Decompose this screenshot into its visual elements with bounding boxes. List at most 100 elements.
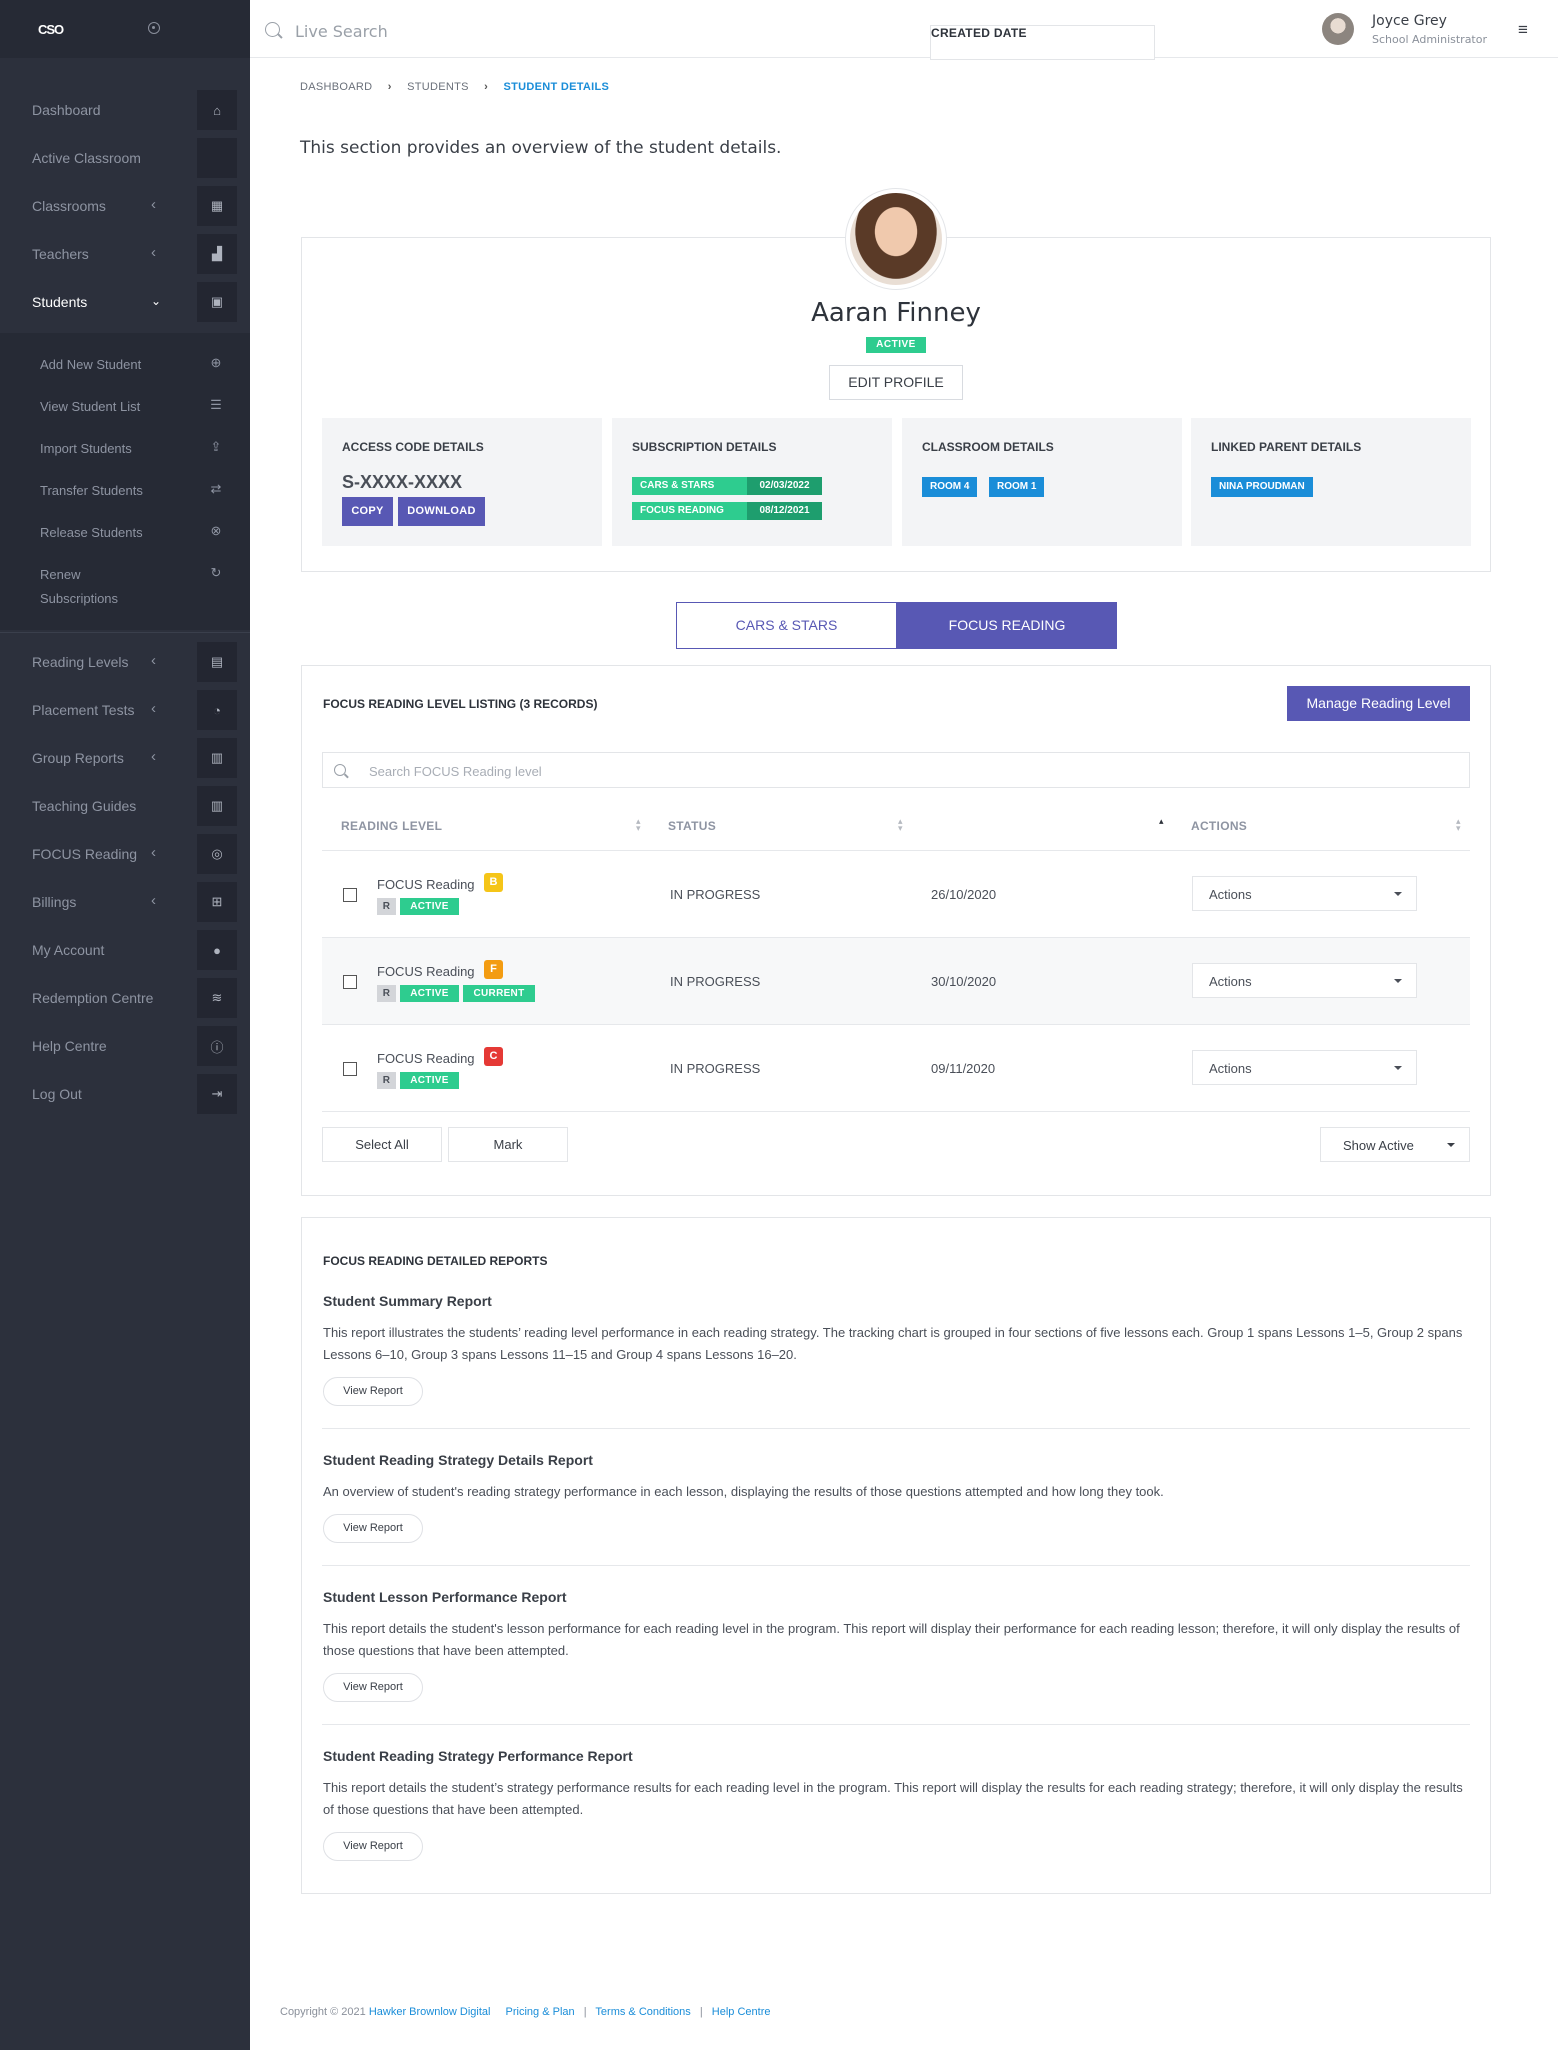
avatar[interactable] [1322, 13, 1354, 45]
sidebar-item-billings[interactable]: Billings ‹ ⊞ [0, 878, 250, 926]
chevron-right-icon: › [387, 81, 392, 93]
sidebar-item-active-classroom[interactable]: Active Classroom [0, 134, 250, 182]
classroom-badge[interactable]: ROOM 4 [922, 477, 978, 497]
tab-cars-stars[interactable]: CARS & STARS [676, 602, 897, 649]
sidebar-subitem-label: Transfer Students [40, 483, 143, 498]
caret-down-icon [1394, 979, 1402, 983]
sidebar-subitem-renew-subscriptions[interactable]: Renew Subscriptions ↻ [0, 554, 250, 614]
table-row: FOCUS Reading B R ACTIVE IN PROGRESS 26/… [322, 851, 1470, 938]
report-title: Student Reading Strategy Performance Rep… [323, 1748, 633, 1764]
footer-separator: | [583, 2006, 587, 2018]
sort-icon[interactable]: ▴ ▾ [1456, 817, 1461, 833]
search-icon [334, 764, 346, 776]
sidebar-subitem-label-line2: Subscriptions [40, 591, 119, 606]
sidebar-item-group-reports[interactable]: Group Reports ‹ ▥ [0, 734, 250, 782]
footer-pricing-link[interactable]: Pricing & Plan [506, 2006, 575, 2018]
sidebar-item-label: Students [32, 294, 88, 310]
tile-title: ACCESS CODE DETAILS [342, 440, 484, 454]
chevron-left-icon: ‹ [151, 700, 156, 717]
book-icon: ▤ [197, 642, 237, 682]
column-header-actions[interactable]: ACTIONS [1191, 819, 1247, 833]
sidebar-item-dashboard[interactable]: Dashboard ⌂ [0, 86, 250, 134]
actions-dropdown[interactable]: Actions [1192, 1050, 1417, 1085]
logo[interactable]: CSO [38, 22, 64, 37]
sidebar-item-classrooms[interactable]: Classrooms ‹ ▦ [0, 182, 250, 230]
level-badge: C [484, 1047, 503, 1066]
sidebar-item-log-out[interactable]: Log Out ⇥ [0, 1070, 250, 1118]
sidebar-toggle-icon[interactable] [148, 22, 160, 34]
breadcrumb-student-details: STUDENT DETAILS [503, 81, 610, 93]
status-badge: ACTIVE [866, 337, 926, 353]
sidebar-subitem-transfer-students[interactable]: Transfer Students ⇄ [0, 470, 250, 512]
sidebar-item-label: Classrooms [32, 198, 106, 214]
sidebar-subitem-view-student-list[interactable]: View Student List ☰ [0, 386, 250, 428]
show-active-dropdown[interactable]: Show Active [1320, 1127, 1470, 1162]
parent-badge[interactable]: NINA PROUDMAN [1211, 477, 1313, 497]
menu-add-icon[interactable]: ≡ [1518, 20, 1528, 40]
subscription-name: FOCUS READING [632, 502, 747, 520]
footer-separator: | [699, 2006, 703, 2018]
sidebar-item-help-centre[interactable]: Help Centre ⓘ [0, 1022, 250, 1070]
tab-focus-reading[interactable]: FOCUS READING [897, 602, 1117, 649]
sidebar-item-my-account[interactable]: My Account ● [0, 926, 250, 974]
actions-dropdown[interactable]: Actions [1192, 963, 1417, 998]
column-header-status[interactable]: STATUS [668, 819, 716, 833]
sort-icon[interactable]: ▴ ▾ [636, 817, 641, 833]
subscription-date: 02/03/2022 [747, 477, 822, 495]
chevron-left-icon: ‹ [151, 196, 156, 213]
r-badge: R [377, 985, 396, 1002]
view-report-button[interactable]: View Report [323, 1514, 423, 1543]
copy-button[interactable]: COPY [342, 497, 393, 526]
sidebar-item-teaching-guides[interactable]: Teaching Guides ▥ [0, 782, 250, 830]
listing-title: FOCUS READING LEVEL LISTING (3 RECORDS) [323, 697, 598, 711]
current-badge: CURRENT [463, 985, 535, 1002]
sidebar-item-placement-tests[interactable]: Placement Tests ‹ ◔ [0, 686, 250, 734]
footer-help-link[interactable]: Help Centre [712, 2006, 771, 2018]
row-checkbox[interactable] [343, 975, 357, 989]
chevron-left-icon: ‹ [151, 844, 156, 861]
live-search-input[interactable]: Live Search [295, 22, 388, 41]
row-created-date: 26/10/2020 [931, 887, 997, 902]
tile-title: SUBSCRIPTION DETAILS [632, 440, 777, 454]
sort-asc-icon[interactable]: ▴ [1159, 817, 1164, 826]
sidebar-subitem-label: Release Students [40, 525, 143, 540]
manage-reading-level-button[interactable]: Manage Reading Level [1287, 686, 1470, 721]
tile-title: LINKED PARENT DETAILS [1211, 440, 1362, 454]
table-row: FOCUS Reading C R ACTIVE IN PROGRESS 09/… [322, 1025, 1470, 1112]
column-header-reading-level[interactable]: READING LEVEL [341, 819, 442, 833]
table-divider [322, 1111, 1470, 1112]
breadcrumb-dashboard[interactable]: DASHBOARD [300, 81, 372, 93]
breadcrumb-students[interactable]: STUDENTS [407, 81, 469, 93]
report-description: This report illustrates the students’ re… [323, 1325, 1463, 1362]
row-checkbox[interactable] [343, 888, 357, 902]
account-icon: ● [197, 930, 237, 970]
row-checkbox[interactable] [343, 1062, 357, 1076]
reading-level-search[interactable]: Search FOCUS Reading level [322, 752, 1470, 788]
logout-icon: ⇥ [197, 1074, 237, 1114]
sidebar-subitem-import-students[interactable]: Import Students ⇪ [0, 428, 250, 470]
sidebar-item-students[interactable]: Students ⌄ ▣ [0, 278, 250, 326]
sidebar-item-teachers[interactable]: Teachers ‹ ▟ [0, 230, 250, 278]
view-report-button[interactable]: View Report [323, 1673, 423, 1702]
plus-circle-icon: ⊕ [210, 355, 222, 370]
sidebar-item-redemption-centre[interactable]: Redemption Centre ≋ [0, 974, 250, 1022]
download-button[interactable]: DOWNLOAD [398, 497, 485, 526]
classroom-badge[interactable]: ROOM 1 [989, 477, 1045, 497]
column-header-created-date[interactable]: CREATED DATE [930, 25, 1155, 60]
chevron-left-icon: ‹ [151, 892, 156, 909]
sidebar-subitem-add-new-student[interactable]: Add New Student ⊕ [0, 344, 250, 386]
edit-profile-button[interactable]: EDIT PROFILE [829, 365, 963, 400]
footer-company-link[interactable]: Hawker Brownlow Digital [369, 2006, 491, 2018]
actions-dropdown[interactable]: Actions [1192, 876, 1417, 911]
select-all-button[interactable]: Select All [322, 1127, 442, 1162]
sidebar-subitem-release-students[interactable]: Release Students ⊗ [0, 512, 250, 554]
sort-icon[interactable]: ▴ ▾ [898, 817, 903, 833]
view-report-button[interactable]: View Report [323, 1832, 423, 1861]
view-report-button[interactable]: View Report [323, 1377, 423, 1406]
sidebar-item-focus-reading[interactable]: FOCUS Reading ‹ ◎ [0, 830, 250, 878]
mark-button[interactable]: Mark [448, 1127, 568, 1162]
reading-level-search-input[interactable]: Search FOCUS Reading level [369, 764, 542, 779]
actions-label: Actions [1209, 887, 1252, 902]
footer-terms-link[interactable]: Terms & Conditions [595, 2006, 690, 2018]
sidebar-item-reading-levels[interactable]: Reading Levels ‹ ▤ [0, 638, 250, 686]
